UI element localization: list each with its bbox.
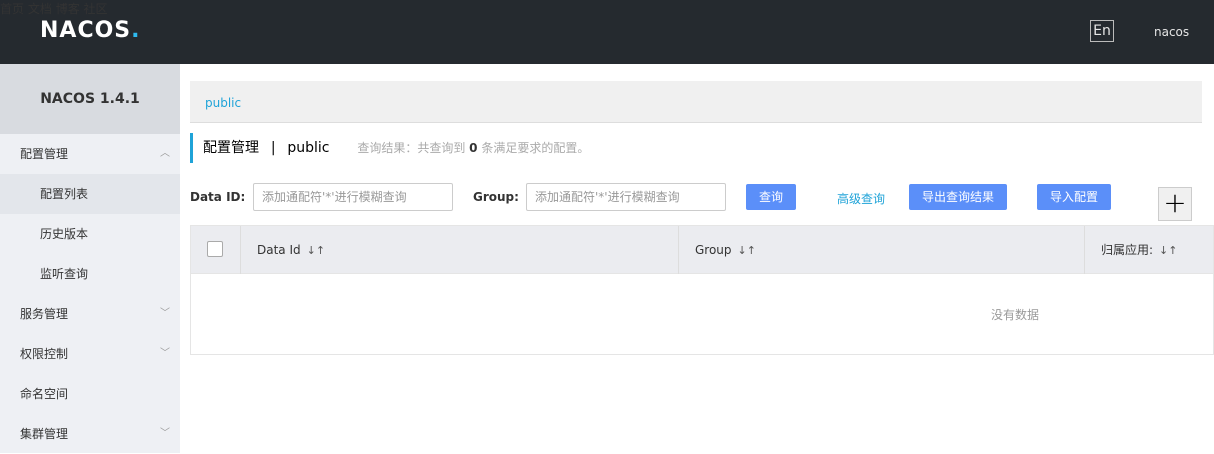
chevron-down-icon: ﹀ — [160, 428, 170, 439]
title-separator: | — [270, 140, 276, 156]
logo-c-icon: C — [77, 18, 95, 43]
sidebar-item-label: 监听查询 — [40, 267, 89, 281]
logo-text-a: NA — [40, 18, 78, 43]
sidebar-item-label: 历史版本 — [40, 227, 89, 241]
column-group[interactable]: Group ↓↑ — [679, 226, 1085, 274]
sidebar-item-access-control[interactable]: 权限控制 ﹀ — [0, 334, 180, 374]
export-button[interactable]: 导出查询结果 — [909, 184, 1007, 210]
query-result-summary: 查询结果：共查询到 0 条满足要求的配置。 — [357, 141, 589, 155]
user-name[interactable]: nacos — [1154, 25, 1189, 39]
page-title: 配置管理 | public 查询结果：共查询到 0 条满足要求的配置。 — [190, 133, 589, 163]
query-button[interactable]: 查询 — [746, 184, 796, 210]
import-button[interactable]: 导入配置 — [1037, 184, 1111, 210]
nav-blog[interactable]: 博客 — [56, 2, 80, 16]
main-content: public 配置管理 | public 查询结果：共查询到 0 条满足要求的配… — [180, 64, 1214, 453]
sidebar-item-cluster-management[interactable]: 集群管理 ﹀ — [0, 414, 180, 454]
search-row: Data ID: 添加通配符'*'进行模糊查询 Group: 添加通配符'*'进… — [190, 183, 1214, 211]
chevron-up-icon: ︿ — [160, 148, 170, 159]
result-suffix: 条满足要求的配置。 — [481, 141, 590, 155]
namespace-public-link[interactable]: public — [205, 96, 241, 110]
select-all-checkbox[interactable] — [207, 241, 223, 257]
nav-docs[interactable]: 文档 — [28, 2, 52, 16]
chevron-down-icon: ﹀ — [160, 308, 170, 319]
column-label: Group — [695, 243, 732, 257]
sidebar-item-listener-query[interactable]: 监听查询 — [0, 254, 180, 294]
column-label: 归属应用: — [1101, 243, 1154, 257]
chevron-down-icon: ﹀ — [160, 348, 170, 359]
result-count: 0 — [469, 141, 478, 155]
logo-text-b: OS — [94, 18, 132, 43]
sidebar-item-config-list[interactable]: 配置列表 — [0, 174, 180, 214]
sidebar-item-label: 配置列表 — [40, 187, 89, 201]
logo-dot: . — [131, 18, 141, 43]
empty-state: 没有数据 — [991, 308, 1040, 322]
top-navbar: NACOS. 首页 文档 博客 社区 En nacos — [0, 0, 1214, 64]
sidebar-item-label: 配置管理 — [20, 147, 69, 161]
add-config-button[interactable]: + — [1158, 187, 1192, 221]
advanced-query-link[interactable]: 高级查询 — [837, 190, 885, 207]
group-label: Group: — [473, 190, 519, 204]
language-toggle[interactable]: En — [1090, 20, 1114, 42]
column-label: Data Id — [257, 243, 301, 257]
dataid-label: Data ID: — [190, 190, 246, 204]
page-title-text: 配置管理 — [203, 140, 259, 156]
sort-icon[interactable]: ↓↑ — [1159, 244, 1177, 257]
result-prefix: 查询结果：共查询到 — [357, 141, 466, 155]
nacos-logo[interactable]: NACOS. — [40, 18, 141, 43]
sidebar: NACOS 1.4.1 配置管理 ︿ 配置列表 历史版本 监听查询 服务管理 ﹀… — [0, 64, 180, 453]
sidebar-item-config-management[interactable]: 配置管理 ︿ — [0, 134, 180, 174]
config-table: Data Id ↓↑ Group ↓↑ 归属应用: ↓↑ 没有数据 — [190, 225, 1214, 355]
sidebar-item-label: 命名空间 — [20, 387, 69, 401]
sidebar-item-service-management[interactable]: 服务管理 ﹀ — [0, 294, 180, 334]
namespace-bar: public — [190, 81, 1202, 123]
table-header: Data Id ↓↑ Group ↓↑ 归属应用: ↓↑ — [191, 226, 1213, 274]
nav-home[interactable]: 首页 — [0, 2, 24, 16]
select-all-cell — [191, 226, 241, 274]
dataid-input[interactable]: 添加通配符'*'进行模糊查询 — [253, 183, 453, 211]
sidebar-brand: NACOS 1.4.1 — [0, 64, 180, 134]
sidebar-item-history[interactable]: 历史版本 — [0, 214, 180, 254]
group-input[interactable]: 添加通配符'*'进行模糊查询 — [526, 183, 726, 211]
column-data-id[interactable]: Data Id ↓↑ — [241, 226, 679, 274]
sidebar-item-label: 权限控制 — [20, 347, 69, 361]
sort-icon[interactable]: ↓↑ — [738, 244, 756, 257]
column-app[interactable]: 归属应用: ↓↑ — [1085, 226, 1214, 274]
sidebar-item-label: 集群管理 — [20, 427, 69, 441]
nav-community[interactable]: 社区 — [84, 2, 108, 16]
sort-icon[interactable]: ↓↑ — [307, 244, 325, 257]
sidebar-item-namespace[interactable]: 命名空间 — [0, 374, 180, 414]
title-namespace: public — [287, 140, 330, 156]
sidebar-item-label: 服务管理 — [20, 307, 69, 321]
